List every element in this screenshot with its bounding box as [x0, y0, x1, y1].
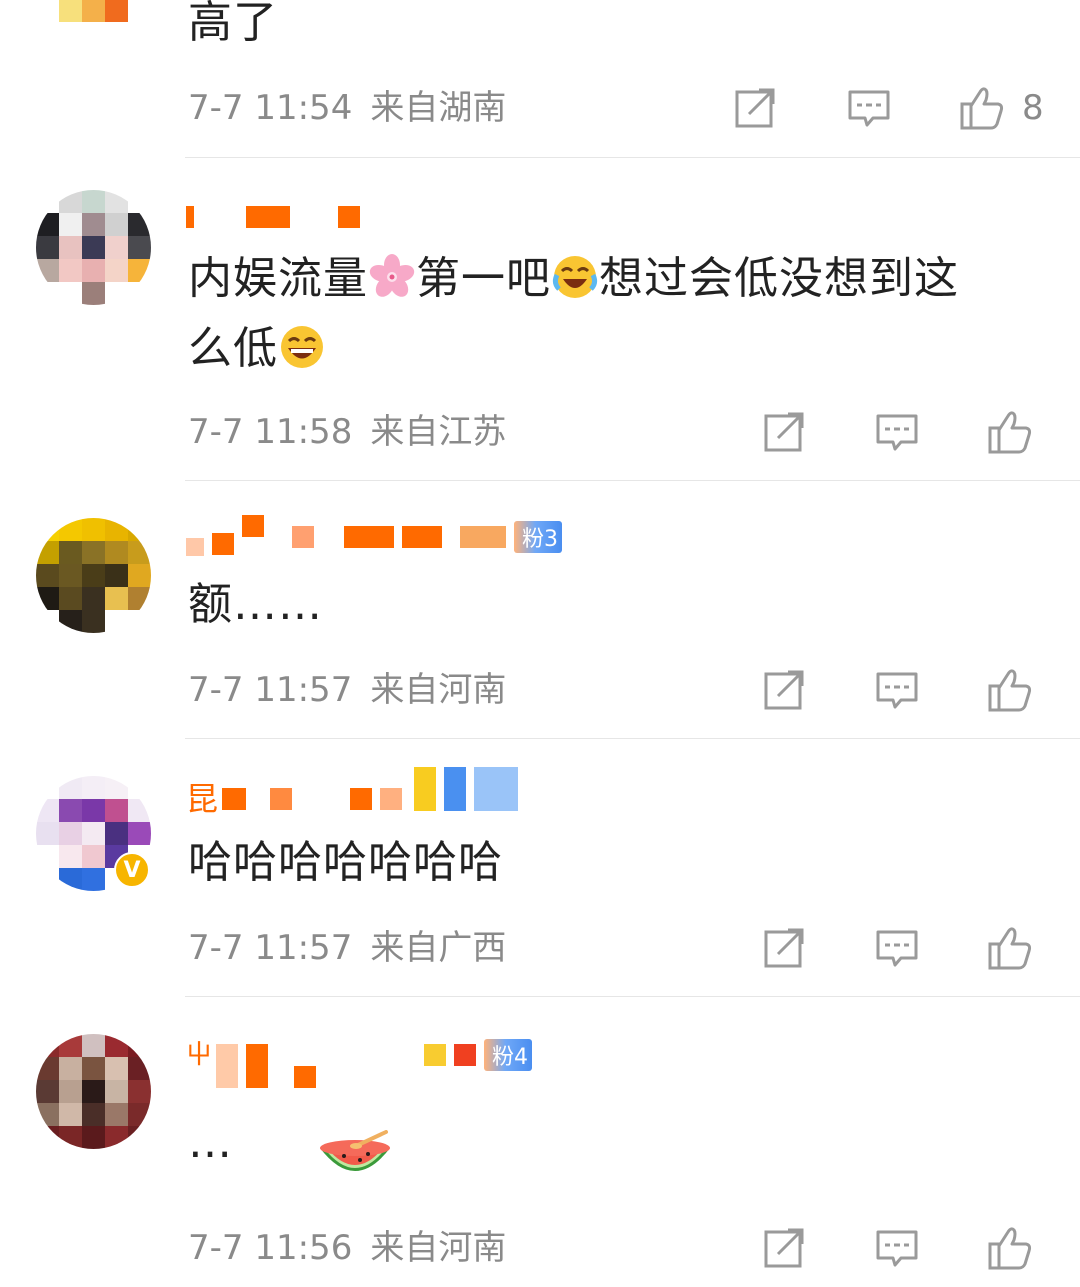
username[interactable]: 屮 粉4 [186, 1039, 533, 1088]
comment-icon[interactable] [845, 84, 893, 132]
comment-time: 7-7 11:57 [188, 928, 353, 968]
cherry-blossom-emoji [369, 254, 415, 297]
comment-icon[interactable] [873, 924, 921, 972]
comment-time: 7-7 11:57 [188, 670, 353, 710]
comment-text: 额…… [188, 579, 323, 630]
avatar[interactable] [36, 190, 151, 305]
thumbs-up-icon[interactable] [986, 666, 1034, 714]
username[interactable]: 粉3 [186, 515, 562, 556]
thumbs-up-icon[interactable] [958, 84, 1006, 132]
comment-time: 7-7 11:58 [188, 412, 353, 452]
crying-laughing-emoji [552, 256, 598, 298]
comment-text: 内娱流量 第一吧 想过会低没想到这 么低 [188, 244, 1038, 384]
comment-location: 来自河南 [370, 1228, 507, 1268]
username[interactable] [186, 202, 368, 232]
comment-text-part: 内娱流量 [188, 253, 368, 304]
avatar[interactable] [36, 0, 151, 45]
repost-icon[interactable] [731, 84, 779, 132]
avatar[interactable] [36, 518, 151, 633]
verified-badge: V [114, 852, 150, 888]
divider [185, 157, 1080, 158]
username[interactable]: 昆 [186, 767, 526, 818]
comment-location: 来自江苏 [370, 412, 507, 452]
repost-icon[interactable] [760, 1224, 808, 1272]
comment-text: 哈哈哈哈哈哈哈 [188, 837, 503, 888]
laughing-emoji [281, 326, 323, 368]
like-count: 8 [1022, 88, 1044, 128]
username-first-char: 屮 [186, 1040, 213, 1070]
watermelon-sticker [320, 1130, 390, 1171]
comment-text: 高了 [188, 0, 278, 48]
comment-icon[interactable] [873, 666, 921, 714]
comment-location: 来自河南 [370, 670, 507, 710]
thumbs-up-icon[interactable] [986, 924, 1034, 972]
thumbs-up-icon[interactable] [986, 408, 1034, 456]
comment-text-part: 么低 [188, 323, 278, 374]
comment-time: 7-7 11:56 [188, 1228, 353, 1268]
comment-meta: 7-7 11:57 来自河南 [188, 670, 506, 710]
fan-level-badge: 粉4 [484, 1039, 533, 1071]
divider [185, 480, 1080, 481]
repost-icon[interactable] [760, 666, 808, 714]
username-first-char: 昆 [186, 780, 219, 818]
repost-icon[interactable] [760, 408, 808, 456]
comment-meta: 7-7 11:56 来自河南 [188, 1228, 506, 1268]
thumbs-up-icon[interactable] [986, 1224, 1034, 1272]
comment-location: 来自广西 [370, 928, 507, 968]
repost-icon[interactable] [760, 924, 808, 972]
comment-meta: 7-7 11:57 来自广西 [188, 928, 506, 968]
comment-text-part: 第一吧 [416, 253, 551, 304]
comment-time: 7-7 11:54 [188, 88, 353, 128]
fan-level-badge: 粉3 [514, 521, 562, 553]
divider [185, 996, 1080, 997]
avatar[interactable] [36, 1034, 151, 1149]
comment-text-part: 想过会低没想到这 [599, 253, 959, 304]
comment-meta: 7-7 11:58 来自江苏 [188, 412, 506, 452]
comment-location: 来自湖南 [370, 88, 507, 128]
comment-icon[interactable] [873, 1224, 921, 1272]
comment-icon[interactable] [873, 408, 921, 456]
divider [185, 738, 1080, 739]
comment-meta: 7-7 11:54 来自湖南 [188, 88, 506, 128]
